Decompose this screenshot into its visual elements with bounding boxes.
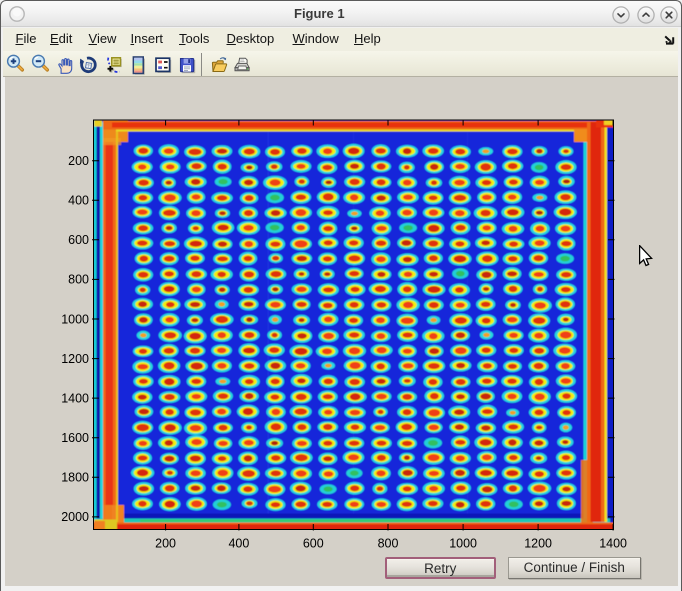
svg-text:400: 400 <box>228 537 249 551</box>
svg-text:600: 600 <box>303 537 324 551</box>
svg-text:1400: 1400 <box>599 537 627 551</box>
svg-text:200: 200 <box>155 537 176 551</box>
svg-text:600: 600 <box>68 233 89 247</box>
svg-text:1200: 1200 <box>61 352 89 366</box>
svg-text:800: 800 <box>68 273 89 287</box>
svg-text:2000: 2000 <box>61 510 89 524</box>
svg-text:1400: 1400 <box>61 391 89 405</box>
svg-text:1000: 1000 <box>449 537 477 551</box>
svg-text:1800: 1800 <box>61 471 89 485</box>
svg-text:1000: 1000 <box>61 312 89 326</box>
svg-text:1200: 1200 <box>524 537 552 551</box>
svg-text:400: 400 <box>68 194 89 208</box>
svg-text:200: 200 <box>68 154 89 168</box>
svg-text:1600: 1600 <box>61 431 89 445</box>
svg-text:800: 800 <box>378 537 399 551</box>
